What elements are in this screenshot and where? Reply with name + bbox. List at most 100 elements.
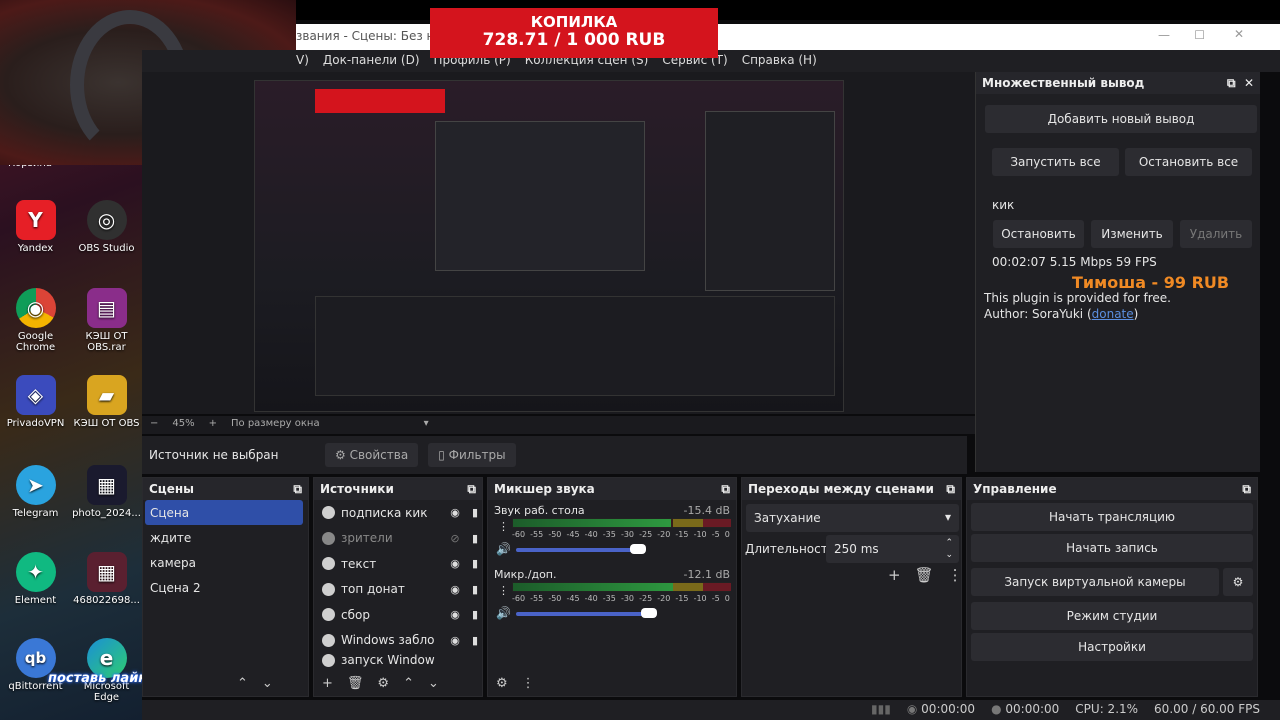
menu-view[interactable]: V): [296, 53, 309, 72]
delete-output-button[interactable]: Удалить: [1180, 220, 1252, 248]
eye-icon[interactable]: ◉: [448, 506, 462, 519]
menu-docks[interactable]: Док-панели (D): [323, 53, 420, 72]
float-icon[interactable]: ⧉: [293, 482, 302, 497]
chevron-down-icon[interactable]: ⌄: [262, 676, 273, 691]
float-icon[interactable]: ⧉: [1227, 76, 1236, 90]
add-icon[interactable]: +: [322, 676, 333, 691]
source-name: запуск Window: [341, 653, 435, 667]
desktop-icon-image[interactable]: ▦ 468022698...: [71, 552, 142, 606]
lock-icon[interactable]: ▮: [468, 634, 482, 647]
desktop-icon-label: Element: [14, 595, 57, 606]
add-icon[interactable]: +: [888, 566, 901, 584]
desktop-icon-privadovpn[interactable]: ◈ PrivadoVPN: [0, 375, 71, 429]
chevron-up-icon[interactable]: ⌃: [237, 676, 248, 691]
zoom-in-button[interactable]: +: [209, 418, 217, 434]
studio-mode-button[interactable]: Режим студии: [971, 602, 1253, 630]
scene-item[interactable]: Сцена 2: [143, 575, 308, 600]
source-item[interactable]: текст ◉ ▮: [314, 551, 482, 577]
source-item[interactable]: топ донат ◉ ▮: [314, 577, 482, 603]
stop-all-button[interactable]: Остановить все: [1125, 148, 1252, 176]
menu-dots-icon[interactable]: ⋮: [498, 520, 509, 533]
properties-button[interactable]: ⚙ Свойства: [325, 443, 419, 467]
scene-item[interactable]: Сцена: [145, 500, 303, 525]
nested-donation-shape: [315, 89, 445, 113]
lock-icon[interactable]: ▮: [468, 608, 482, 621]
gear-icon[interactable]: ⚙: [496, 676, 508, 691]
eye-icon[interactable]: ◉: [448, 557, 462, 570]
menu-dots-icon[interactable]: ⋮: [948, 566, 963, 584]
desktop-icon-yandex[interactable]: Y Yandex: [0, 200, 71, 254]
donate-link[interactable]: donate: [1092, 307, 1134, 321]
float-icon[interactable]: ⧉: [721, 482, 730, 497]
source-item[interactable]: запуск Window: [314, 653, 482, 667]
lock-icon[interactable]: ▮: [468, 506, 482, 519]
meter-peak-zone: [703, 583, 731, 591]
scene-item[interactable]: камера: [143, 550, 308, 575]
donation-amount: 728.71 / 1 000 RUB: [482, 29, 666, 50]
close-icon[interactable]: ✕: [1244, 76, 1254, 90]
eye-icon[interactable]: ◉: [448, 634, 462, 647]
settings-button[interactable]: Настройки: [971, 633, 1253, 661]
spin-arrows-icon[interactable]: ⌃ ⌄: [945, 537, 953, 561]
maximize-icon[interactable]: ☐: [1194, 28, 1205, 42]
gear-icon[interactable]: ⚙: [377, 676, 389, 691]
scale-tick: -40: [584, 530, 598, 539]
speaker-icon[interactable]: 🔊: [496, 542, 511, 556]
source-name: сбор: [341, 607, 370, 622]
lock-icon[interactable]: ▮: [468, 583, 482, 596]
gear-icon[interactable]: ⚙: [1223, 568, 1253, 596]
broadcast-icon: ◉: [906, 702, 918, 716]
meter-warn-zone: [673, 519, 703, 527]
source-item[interactable]: Windows забло ◉ ▮: [314, 628, 482, 654]
add-output-button[interactable]: Добавить новый вывод: [985, 105, 1257, 133]
eye-icon[interactable]: ◉: [448, 583, 462, 596]
stop-output-button[interactable]: Остановить: [993, 220, 1084, 248]
volume-slider-handle[interactable]: [641, 608, 657, 618]
float-icon[interactable]: ⧉: [1242, 482, 1251, 497]
menu-dots-icon[interactable]: ⋮: [522, 676, 535, 691]
zoom-out-button[interactable]: −: [150, 418, 158, 434]
browser-source-icon: [322, 531, 335, 545]
start-virtual-camera-button[interactable]: Запуск виртуальной камеры: [971, 568, 1219, 596]
float-icon[interactable]: ⧉: [946, 482, 955, 497]
trash-icon[interactable]: 🗑: [347, 676, 364, 691]
desktop-icon-photo[interactable]: ▦ photo_2024...: [71, 465, 142, 519]
chevron-down-icon[interactable]: ⌄: [428, 676, 439, 691]
fit-mode-select[interactable]: По размеру окна: [231, 418, 320, 434]
menu-help[interactable]: Справка (H): [742, 53, 817, 72]
volume-slider-fill: [516, 612, 649, 616]
lock-icon[interactable]: ▮: [468, 557, 482, 570]
volume-slider-handle[interactable]: [630, 544, 646, 554]
start-streaming-button[interactable]: Начать трансляцию: [971, 503, 1253, 531]
close-icon[interactable]: ✕: [1234, 27, 1244, 41]
transition-select[interactable]: Затухание ▾: [746, 504, 959, 532]
desktop-icon-archive[interactable]: ▤ КЭШ ОТ OBS.rar: [71, 288, 142, 353]
source-name: топ донат: [341, 582, 405, 597]
start-recording-button[interactable]: Начать запись: [971, 534, 1253, 562]
desktop-icon-telegram[interactable]: ➤ Telegram: [0, 465, 71, 519]
chevron-up-icon[interactable]: ⌃: [403, 676, 414, 691]
eye-icon[interactable]: ◉: [448, 608, 462, 621]
edit-output-button[interactable]: Изменить: [1091, 220, 1173, 248]
float-icon[interactable]: ⧉: [467, 482, 476, 497]
scale-tick: -60: [512, 594, 526, 603]
scene-item[interactable]: ждите: [143, 525, 308, 550]
desktop-icon-folder[interactable]: ▰ КЭШ ОТ OBS: [71, 375, 142, 429]
trash-icon[interactable]: 🗑: [915, 566, 934, 584]
desktop-icon-obs[interactable]: ◎ OBS Studio: [71, 200, 142, 254]
speaker-icon[interactable]: 🔊: [496, 606, 511, 620]
source-item[interactable]: зрители ⊘ ▮: [314, 526, 482, 552]
source-item[interactable]: подписка кик ◉ ▮: [314, 500, 482, 526]
filters-button[interactable]: ▯ Фильтры: [428, 443, 516, 467]
scale-tick: 0: [724, 530, 730, 539]
source-item[interactable]: сбор ◉ ▮: [314, 602, 482, 628]
minimize-icon[interactable]: —: [1158, 28, 1170, 42]
desktop-icon-chrome[interactable]: ◉ Google Chrome: [0, 288, 71, 353]
chevron-down-icon[interactable]: ▾: [424, 418, 429, 434]
duration-field[interactable]: 250 ms ⌃ ⌄: [826, 535, 959, 563]
eye-hidden-icon[interactable]: ⊘: [448, 532, 462, 545]
start-all-button[interactable]: Запустить все: [992, 148, 1119, 176]
lock-icon[interactable]: ▮: [468, 532, 482, 545]
menu-dots-icon[interactable]: ⋮: [498, 584, 509, 597]
desktop-icon-element[interactable]: ✦ Element: [0, 552, 71, 606]
